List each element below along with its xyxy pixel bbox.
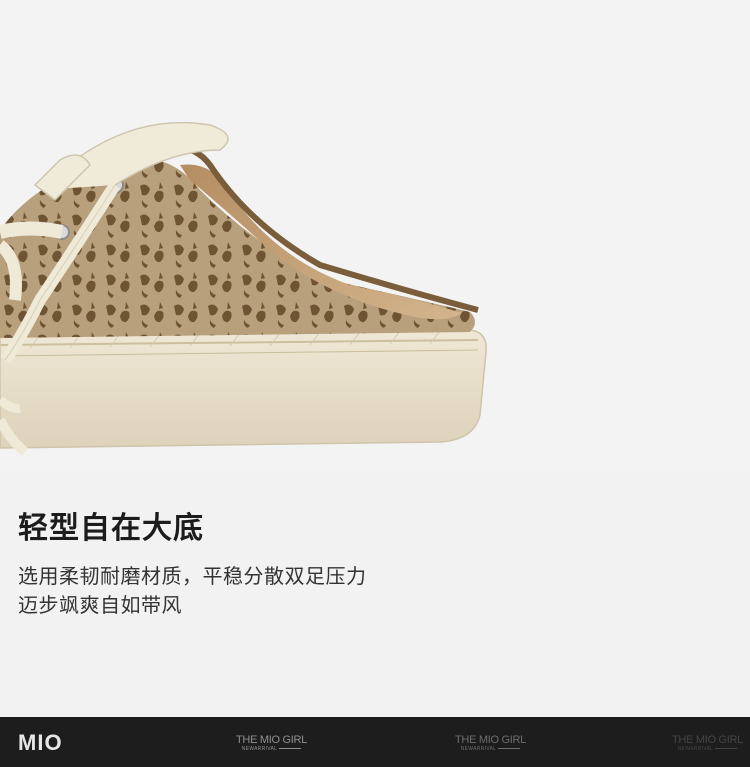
description-line-1: 选用柔韧耐磨材质，平稳分散双足压力	[18, 564, 367, 588]
footer-bar: MIO THE MIO GIRL NEWARRIVAL THE MIO GIRL…	[0, 717, 750, 767]
footer-tag: THE MIO GIRL NEWARRIVAL	[672, 734, 743, 752]
footer-tag-title: THE MIO GIRL	[672, 734, 743, 746]
footer-tag: THE MIO GIRL NEWARRIVAL	[236, 734, 307, 752]
footer-tag-title: THE MIO GIRL	[236, 734, 307, 746]
description: 选用柔韧耐磨材质，平稳分散双足压力 迈步飒爽自如带风	[18, 562, 367, 620]
brand-logo: MIO	[18, 730, 63, 755]
footer-tag-sub: NEWARRIVAL	[677, 746, 714, 752]
description-line-2: 迈步飒爽自如带风	[18, 593, 182, 617]
shoe-illustration	[0, 121, 487, 456]
product-image	[0, 0, 750, 470]
divider	[498, 748, 521, 750]
footer-tag-title: THE MIO GIRL	[455, 734, 526, 746]
footer-tag-sub: NEWARRIVAL	[241, 746, 278, 752]
footer-tag: THE MIO GIRL NEWARRIVAL	[455, 734, 526, 752]
divider	[715, 748, 738, 750]
headline: 轻型自在大底	[18, 511, 204, 546]
divider	[279, 748, 302, 750]
footer-tag-sub: NEWARRIVAL	[460, 746, 497, 752]
